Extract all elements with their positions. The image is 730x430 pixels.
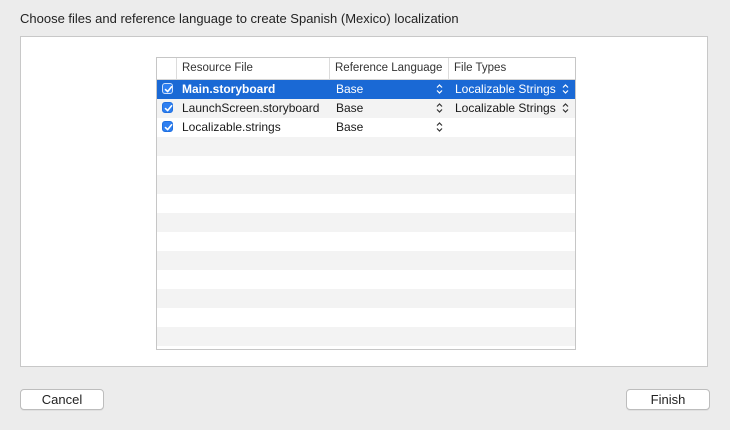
column-header-file-types[interactable]: File Types <box>449 58 575 79</box>
table-row[interactable]: LaunchScreen.storyboard Base Localizable… <box>157 99 575 118</box>
finish-button[interactable]: Finish <box>626 389 710 410</box>
reference-language-value: Base <box>336 101 364 115</box>
column-header-checkbox <box>157 58 177 79</box>
empty-row <box>157 270 575 289</box>
cancel-button[interactable]: Cancel <box>20 389 104 410</box>
reference-language-popup[interactable]: Base <box>330 118 449 137</box>
file-type-value: Localizable Strings <box>455 101 556 115</box>
file-type-value: Localizable Strings <box>455 82 556 96</box>
resource-table: Resource File Reference Language File Ty… <box>156 57 576 350</box>
up-down-chevron-icon <box>436 122 443 132</box>
localization-panel: Resource File Reference Language File Ty… <box>20 36 708 367</box>
empty-row <box>157 213 575 232</box>
column-header-reference-language[interactable]: Reference Language <box>330 58 449 79</box>
empty-row <box>157 327 575 346</box>
reference-language-popup[interactable]: Base <box>330 99 449 118</box>
checkbox-checked-icon[interactable] <box>162 121 173 132</box>
up-down-chevron-icon <box>562 84 569 94</box>
empty-row <box>157 175 575 194</box>
resource-file-name: Localizable.strings <box>182 120 281 134</box>
empty-row <box>157 251 575 270</box>
empty-row <box>157 194 575 213</box>
reference-language-value: Base <box>336 120 364 134</box>
checkbox-checked-icon[interactable] <box>162 83 173 94</box>
reference-language-value: Base <box>336 82 364 96</box>
resource-file-name: Main.storyboard <box>182 82 276 96</box>
empty-row <box>157 346 575 349</box>
table-row[interactable]: Localizable.strings Base <box>157 118 575 137</box>
column-header-resource-file[interactable]: Resource File <box>177 58 330 79</box>
checkbox-cell[interactable] <box>157 99 177 118</box>
checkbox-checked-icon[interactable] <box>162 102 173 113</box>
up-down-chevron-icon <box>562 103 569 113</box>
checkbox-cell[interactable] <box>157 118 177 137</box>
table-row[interactable]: Main.storyboard Base Localizable Strings <box>157 80 575 99</box>
file-type-popup[interactable]: Localizable Strings <box>449 80 575 99</box>
empty-row <box>157 137 575 156</box>
reference-language-popup[interactable]: Base <box>330 80 449 99</box>
up-down-chevron-icon <box>436 84 443 94</box>
table-header: Resource File Reference Language File Ty… <box>157 58 575 80</box>
file-type-cell <box>449 118 575 137</box>
empty-row <box>157 289 575 308</box>
empty-row <box>157 232 575 251</box>
resource-file-name: LaunchScreen.storyboard <box>182 101 320 115</box>
empty-row <box>157 156 575 175</box>
checkbox-cell[interactable] <box>157 80 177 99</box>
dialog-prompt: Choose files and reference language to c… <box>20 11 459 26</box>
up-down-chevron-icon <box>436 103 443 113</box>
empty-row <box>157 308 575 327</box>
file-type-popup[interactable]: Localizable Strings <box>449 99 575 118</box>
